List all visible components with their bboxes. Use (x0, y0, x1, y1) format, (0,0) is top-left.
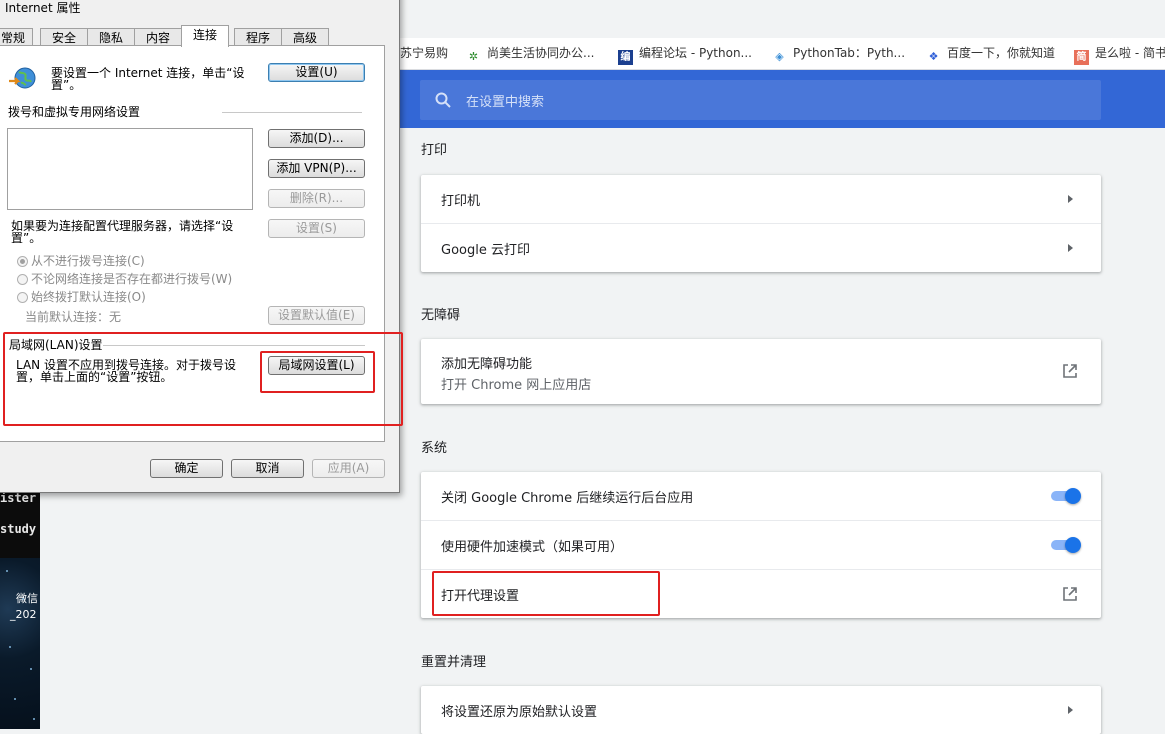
internet-globe-icon (9, 67, 36, 89)
desktop-icon-label[interactable]: _202 (10, 608, 37, 621)
connection-settings-button[interactable]: 设置(S) (268, 219, 365, 238)
setup-button[interactable]: 设置(U) (268, 63, 365, 82)
background-apps-row: 关闭 Google Chrome 后继续运行后台应用 (421, 472, 1101, 520)
dialog-title: Internet 属性 (5, 1, 81, 15)
restore-defaults-row[interactable]: 将设置还原为原始默认设置 (421, 686, 1101, 734)
add-vpn-button[interactable]: 添加 VPN(P)... (268, 159, 365, 178)
bccn-icon: 编 (618, 50, 633, 65)
background-apps-toggle[interactable] (1049, 488, 1081, 504)
set-default-button[interactable]: 设置默认值(E) (268, 306, 365, 325)
section-title-system: 系统 (421, 441, 448, 456)
bookmark-shangmei[interactable]: ✲ 尚美生活协同办公... (466, 44, 595, 63)
reset-card: 将设置还原为原始默认设置 (421, 686, 1101, 734)
bookmark-label: 百度一下，你就知道 (947, 46, 1056, 60)
bookmark-bccn[interactable]: 编编程论坛 - Python... (618, 44, 752, 65)
hardware-accel-row: 使用硬件加速模式（如果可用） (421, 520, 1101, 569)
bookmark-label: 苏宁易购 (400, 46, 449, 60)
bookmark-jianshu[interactable]: 简是么啦 - 简书 (1074, 44, 1165, 65)
setup-text-cont: 置”。 (51, 78, 82, 92)
radio-dial-whenever[interactable] (17, 274, 28, 285)
hardware-accel-label: 使用硬件加速模式（如果可用） (441, 540, 624, 555)
lan-hint-text-cont: 置，单击上面的“设置”按钮。 (16, 370, 173, 384)
external-link-icon (1063, 364, 1077, 378)
proxy-settings-row[interactable]: 打开代理设置 (421, 569, 1101, 618)
proxy-settings-label: 打开代理设置 (441, 589, 520, 604)
arrow-right-icon (1068, 195, 1073, 203)
print-card: 打印机 Google 云打印 (421, 175, 1101, 272)
bookmark-pythontab[interactable]: ◈ PythonTab：Pyth... (772, 44, 905, 63)
apply-button[interactable]: 应用(A) (312, 459, 385, 478)
restore-defaults-label: 将设置还原为原始默认设置 (441, 705, 598, 720)
printer-row[interactable]: 打印机 (421, 175, 1101, 223)
remove-connection-button[interactable]: 删除(R)... (268, 189, 365, 208)
radio-never-dial[interactable] (17, 256, 28, 267)
cloud-print-label: Google 云打印 (441, 243, 530, 258)
cancel-button[interactable]: 取消 (231, 459, 304, 478)
background-apps-label: 关闭 Google Chrome 后继续运行后台应用 (441, 491, 694, 506)
search-icon (435, 92, 451, 108)
desktop-icon-label[interactable]: 微信 (16, 590, 38, 606)
add-accessibility-row[interactable]: 添加无障碍功能 打开 Chrome 网上应用店 (421, 339, 1101, 404)
tab-connections[interactable]: 连接 (181, 25, 229, 47)
current-default-text: 当前默认连接：无 (25, 310, 122, 324)
terminal-text: study (0, 522, 37, 536)
section-title-reset: 重置并清理 (421, 655, 487, 670)
external-link-icon (1063, 587, 1077, 601)
group-divider (222, 112, 362, 113)
pythontab-icon: ◈ (775, 50, 784, 63)
cloud-print-row[interactable]: Google 云打印 (421, 223, 1101, 272)
lan-group-label: 局域网(LAN)设置 (9, 338, 103, 352)
settings-search-input[interactable]: 在设置中搜索 (420, 80, 1101, 120)
proxy-hint-text: 如果要为连接配置代理服务器，请选择“设 (11, 219, 234, 233)
internet-options-dialog: Internet 属性 常规 安全 隐私 内容 连接 程序 高级 要设置一个 I… (0, 0, 400, 493)
terminal-text: ister (0, 491, 37, 505)
bookmark-label: PythonTab：Pyth... (793, 46, 906, 60)
bookmark-label: 是么啦 - 简书 (1095, 46, 1165, 60)
add-accessibility-sublabel: 打开 Chrome 网上应用店 (441, 378, 592, 393)
bookmark-label: 编程论坛 - Python... (639, 46, 752, 60)
add-accessibility-label: 添加无障碍功能 (441, 357, 533, 372)
radio-dial-whenever-label: 不论网络连接是否存在都进行拨号(W) (31, 272, 233, 286)
shangmei-icon: ✲ (468, 50, 479, 63)
bookmark-suning[interactable]: 苏宁易购 (400, 44, 448, 63)
bookmark-label: 尚美生活协同办公... (487, 46, 595, 60)
search-placeholder: 在设置中搜索 (466, 95, 545, 110)
ok-button[interactable]: 确定 (150, 459, 223, 478)
lan-settings-button[interactable]: 局域网设置(L) (268, 356, 365, 375)
section-title-print: 打印 (421, 143, 448, 158)
arrow-right-icon (1068, 244, 1073, 252)
arrow-right-icon (1068, 706, 1073, 714)
add-connection-button[interactable]: 添加(D)... (268, 129, 365, 148)
bookmark-baidu[interactable]: ❖ 百度一下，你就知道 (926, 44, 1055, 63)
jianshu-icon: 简 (1074, 50, 1089, 65)
section-title-accessibility: 无障碍 (421, 308, 461, 323)
proxy-hint-text-cont: 置”。 (11, 231, 42, 245)
group-divider (103, 345, 365, 346)
accessibility-card: 添加无障碍功能 打开 Chrome 网上应用店 (421, 339, 1101, 404)
connections-listbox[interactable] (7, 128, 253, 210)
desktop-background: 微信 _202 (0, 558, 40, 729)
system-card: 关闭 Google Chrome 后继续运行后台应用 使用硬件加速模式（如果可用… (421, 472, 1101, 618)
hardware-accel-toggle[interactable] (1049, 537, 1081, 553)
radio-never-dial-label: 从不进行拨号连接(C) (31, 254, 145, 268)
chrome-tab-strip (398, 0, 1165, 39)
radio-always-dial-label: 始终拨打默认连接(O) (31, 290, 146, 304)
radio-always-dial[interactable] (17, 292, 28, 303)
settings-header: 在设置中搜索 (398, 70, 1165, 128)
baidu-paw-icon: ❖ (928, 50, 939, 63)
bookmarks-bar: 苏宁易购 ✲ 尚美生活协同办公... 编编程论坛 - Python... ◈ Pyt… (398, 38, 1165, 70)
printer-label: 打印机 (441, 194, 481, 209)
dialup-group-label: 拨号和虚拟专用网络设置 (8, 105, 141, 119)
